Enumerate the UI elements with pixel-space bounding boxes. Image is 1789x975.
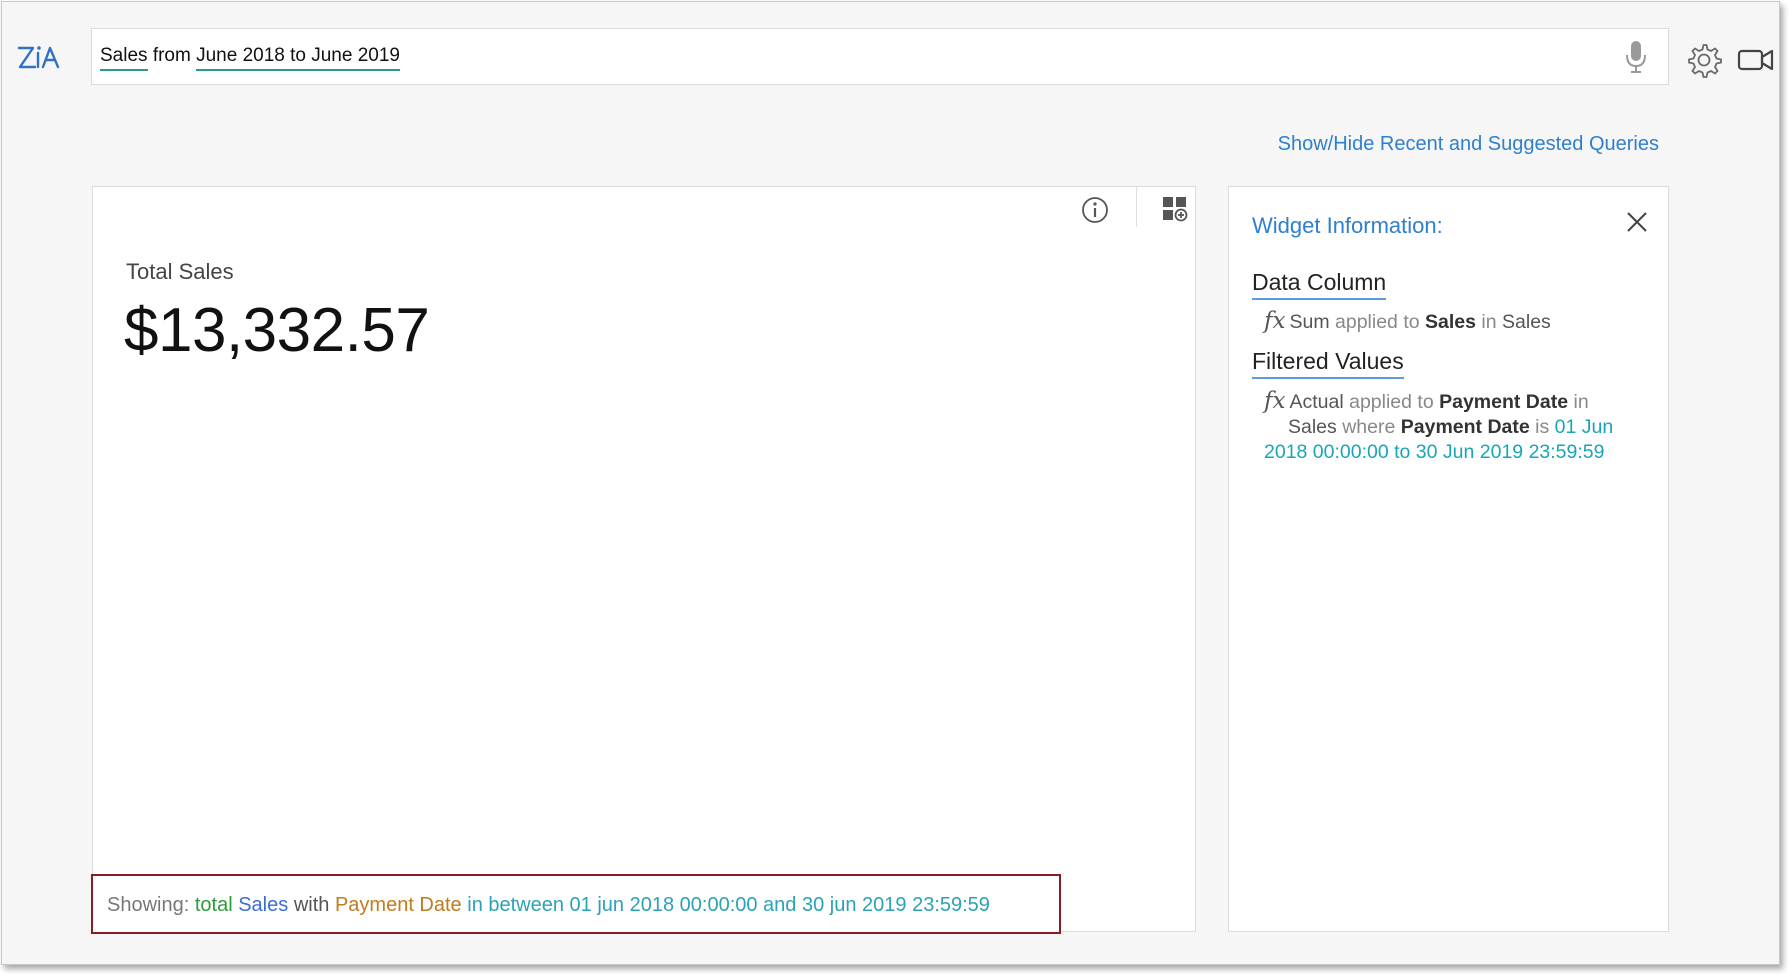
widget-panel: Total Sales $13,332.57 Showing: total Sa… — [91, 186, 1196, 934]
app-window: Sales from June 2018 to June 2019 Show/H… — [1, 1, 1780, 965]
toolbar-divider — [1136, 187, 1137, 227]
mic-icon[interactable] — [1622, 39, 1650, 75]
showing-dimension: Payment Date — [334, 894, 462, 916]
video-icon[interactable] — [1737, 46, 1775, 74]
query-word: from — [152, 45, 191, 66]
query-token: June 2018 to June 2019 — [196, 45, 400, 71]
kpi-label: Total Sales — [126, 259, 234, 284]
kpi-value: $13,332.57 — [124, 296, 430, 365]
search-box[interactable]: Sales from June 2018 to June 2019 — [91, 28, 1669, 85]
filtered-values-heading: Filtered Values — [1252, 348, 1404, 379]
search-query[interactable]: Sales from June 2018 to June 2019 — [100, 45, 400, 71]
data-column-heading: Data Column — [1252, 269, 1387, 300]
showing-aggregate: total — [194, 894, 233, 916]
showing-measure: Sales — [238, 894, 289, 916]
showing-condition: in between 01 jun 2018 00:00:00 and 30 j… — [467, 894, 990, 916]
data-column-formula: fx Sum applied to Sales in Sales — [1264, 308, 1551, 334]
add-widget-icon[interactable] — [1161, 195, 1189, 223]
filtered-values-formula: fx Actual applied to Payment Date in Sale… — [1264, 388, 1614, 464]
info-icon[interactable] — [1080, 195, 1110, 225]
info-panel-title: Widget Information: — [1252, 213, 1443, 238]
showing-prefix: Showing: — [107, 894, 190, 916]
gear-icon[interactable] — [1686, 42, 1722, 78]
widget-information-panel: Widget Information: Data Column fx Sum ap… — [1228, 186, 1669, 932]
fx-icon: fx — [1264, 308, 1286, 334]
fx-icon: fx — [1264, 388, 1286, 414]
query-interpretation-text: Showing: total Sales with Payment Date i… — [107, 894, 990, 917]
query-interpretation-box: Showing: total Sales with Payment Date i… — [91, 874, 1061, 934]
showing-with: with — [293, 894, 330, 916]
query-token: Sales — [100, 45, 148, 71]
zia-logo[interactable] — [16, 40, 62, 74]
close-icon[interactable] — [1624, 209, 1650, 235]
suggested-queries-toggle-link[interactable]: Show/Hide Recent and Suggested Queries — [1278, 133, 1659, 156]
